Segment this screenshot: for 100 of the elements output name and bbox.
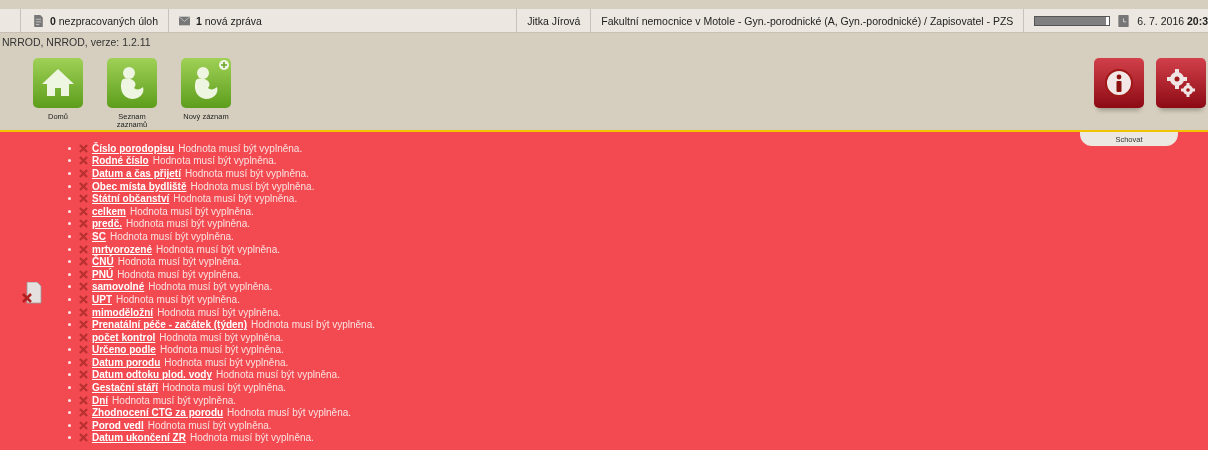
bullet-icon	[68, 398, 71, 402]
error-icon	[79, 219, 88, 229]
error-icon	[79, 294, 88, 304]
error-message: Hodnota musí být vyplněna.	[112, 394, 237, 406]
error-icon	[79, 408, 88, 418]
field-link[interactable]: mimoděložní	[92, 306, 154, 318]
bullet-icon	[68, 272, 71, 276]
field-link[interactable]: Rodné číslo	[92, 155, 149, 167]
field-link[interactable]: Určeno podle	[92, 344, 156, 356]
bullet-icon	[68, 386, 71, 390]
field-link[interactable]: PNÚ	[92, 268, 114, 280]
error-icon	[79, 169, 88, 178]
field-link[interactable]: Datum a čas přijetí	[92, 168, 181, 179]
error-message: Hodnota musí být vyplněna.	[216, 369, 340, 381]
document-icon	[33, 14, 44, 27]
error-message: Hodnota musí být vyplněna.	[156, 243, 280, 255]
error-message: Hodnota musí být vyplněna.	[227, 407, 352, 419]
field-link[interactable]: SC	[92, 230, 106, 242]
bullet-icon	[68, 184, 71, 188]
error-message: Hodnota musí být vyplněna.	[117, 268, 242, 280]
error-icon	[79, 370, 88, 380]
error-message: Hodnota musí být vyplněna.	[117, 256, 242, 268]
error-message: Hodnota musí být vyplněna.	[173, 193, 298, 205]
error-icon	[79, 320, 88, 330]
field-link[interactable]: Dní	[92, 394, 109, 406]
field-link[interactable]: Prenatální péče - začátek (týden)	[92, 319, 248, 331]
error-icon	[79, 206, 88, 216]
error-icon	[79, 345, 88, 355]
field-link[interactable]: celkem	[92, 205, 126, 217]
user-name: Jitka Jírová	[527, 14, 581, 27]
info-icon	[1104, 68, 1134, 98]
bullet-icon	[68, 285, 71, 289]
error-icon	[79, 269, 88, 279]
version-label: NRROD, NRROD, verze: 1.2.11	[1, 35, 152, 48]
error-message: Hodnota musí být vyplněna.	[190, 180, 315, 192]
bullet-icon	[68, 348, 71, 352]
workplace-label: Fakultní nemocnice v Motole - Gyn.-porodnické (A, Gyn.-porodnické) / Zapisovatel - PZS	[601, 14, 1014, 27]
error-icon	[79, 181, 88, 191]
field-link[interactable]: Datum porodu	[92, 356, 161, 368]
bullet-icon	[68, 247, 71, 251]
error-message: Hodnota musí být vyplněna.	[157, 306, 282, 318]
mother-child-icon	[107, 58, 157, 108]
error-icon	[79, 244, 88, 254]
field-link[interactable]: UPT	[92, 293, 112, 305]
envelope-icon	[179, 14, 190, 27]
error-icon	[79, 231, 88, 241]
field-link[interactable]: Gestační stáří	[92, 382, 159, 394]
error-message: Hodnota musí být vyplněna.	[109, 230, 234, 242]
field-link[interactable]: Obec místa bydliště	[92, 180, 187, 192]
messages-link[interactable]: 1 nová zpráva	[196, 14, 262, 27]
bullet-icon	[68, 222, 71, 226]
bullet-icon	[68, 234, 71, 238]
error-message: Hodnota musí být vyplněna.	[129, 205, 254, 217]
field-link[interactable]: Datum odtoku plod. vody	[92, 369, 212, 381]
error-message: Hodnota musí být vyplněna.	[159, 344, 284, 356]
bullet-icon	[68, 297, 71, 301]
field-link[interactable]: Číslo porodopisu	[92, 142, 175, 154]
tasks-link[interactable]: 0 nezpracovaných úloh	[50, 14, 158, 27]
bullet-icon	[68, 159, 71, 163]
field-link[interactable]: predč.	[92, 218, 122, 230]
bullet-icon	[68, 197, 71, 201]
bullet-icon	[68, 146, 71, 150]
field-link[interactable]: mrtvorozené	[92, 243, 152, 255]
field-link[interactable]: samovolné	[92, 281, 145, 293]
field-link[interactable]: ČNÚ	[92, 256, 114, 268]
error-message: Hodnota musí být vyplněna.	[152, 155, 277, 167]
error-message: Hodnota musí být vyplněna.	[116, 293, 240, 305]
field-link[interactable]: Datum ukončení ZR	[92, 432, 186, 444]
bullet-icon	[68, 423, 71, 427]
error-message: Hodnota musí být vyplněna.	[184, 168, 309, 179]
field-link[interactable]: Porod vedl	[92, 419, 144, 431]
error-message: Hodnota musí být vyplněna.	[147, 419, 272, 431]
info-button[interactable]	[1094, 58, 1144, 108]
field-link[interactable]: počet kontrol	[92, 331, 156, 343]
error-message: Hodnota musí být vyplněna.	[162, 382, 287, 394]
date-time: 6. 7. 2016 20:3	[1137, 14, 1208, 27]
error-message: Hodnota musí být vyplněna.	[251, 319, 376, 331]
error-icon	[79, 332, 88, 342]
error-icon	[79, 433, 88, 443]
bullet-icon	[68, 360, 71, 364]
field-link[interactable]: Státní občanství	[92, 193, 170, 205]
error-message: Hodnota musí být vyplněna.	[164, 356, 289, 368]
error-icon	[79, 194, 88, 204]
mother-child-plus-icon	[181, 58, 231, 108]
error-message: Hodnota musí být vyplněna.	[178, 142, 303, 154]
error-message: Hodnota musí být vyplněna.	[189, 432, 314, 444]
bullet-icon	[68, 411, 71, 415]
error-icon	[79, 357, 88, 367]
bullet-icon	[68, 323, 71, 327]
document-error-icon	[22, 282, 42, 304]
bullet-icon	[68, 436, 71, 440]
field-link[interactable]: Zhodnocení CTG za porodu	[92, 407, 224, 419]
gears-icon	[1166, 68, 1196, 98]
settings-button[interactable]	[1156, 58, 1206, 108]
bullet-icon	[68, 310, 71, 314]
bullet-icon	[68, 335, 71, 339]
error-icon	[79, 282, 88, 292]
home-icon	[33, 58, 83, 108]
error-message: Hodnota musí být vyplněna.	[126, 218, 250, 230]
error-message: Hodnota musí být vyplněna.	[159, 331, 284, 343]
